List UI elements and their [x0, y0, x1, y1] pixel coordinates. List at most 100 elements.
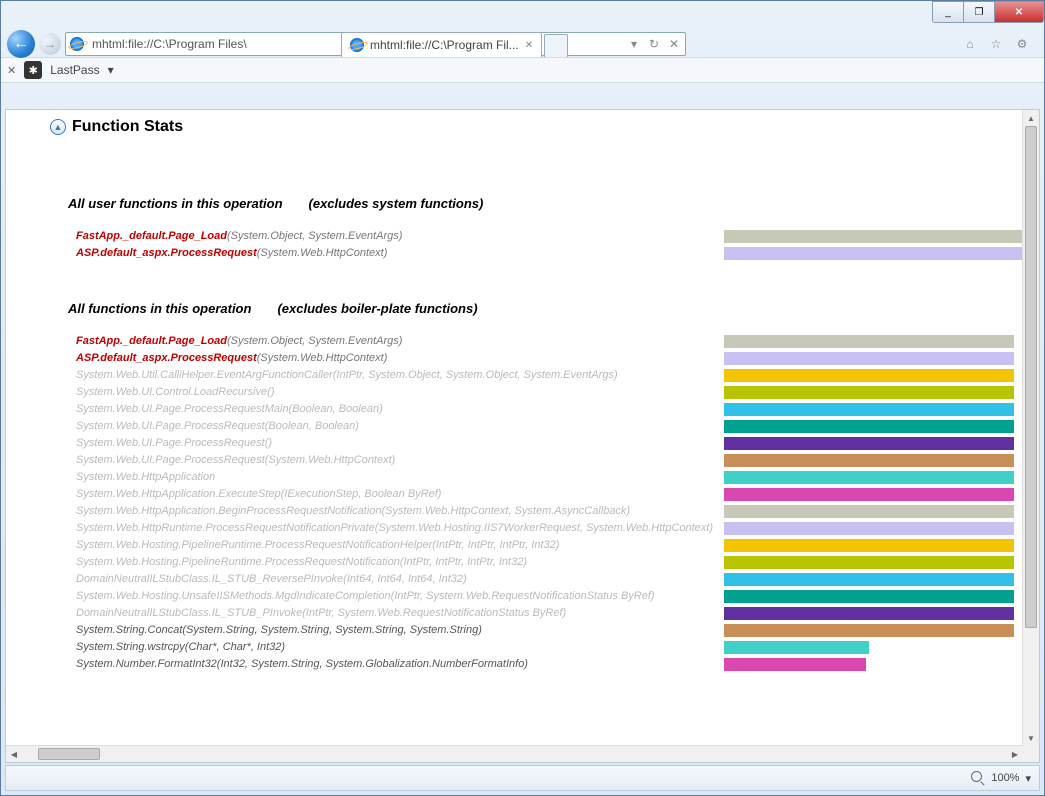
function-row: FastApp._default.Page_Load(System.Object… [76, 334, 1023, 349]
content-area: ▲ Function Stats All user functions in t… [5, 109, 1040, 763]
function-bar [724, 505, 1014, 518]
forward-button[interactable]: → [39, 33, 61, 55]
function-name: System.Web.HttpApplication.BeginProcessR… [76, 504, 724, 518]
scroll-down-icon[interactable]: ▼ [1023, 730, 1039, 746]
tab-close-icon[interactable]: ✕ [525, 40, 533, 51]
minimize-button[interactable]: _ [932, 1, 964, 23]
function-row: System.Web.Hosting.PipelineRuntime.Proce… [76, 538, 1023, 553]
function-bar [724, 471, 1014, 484]
page-content: ▲ Function Stats All user functions in t… [6, 110, 1023, 720]
function-name: System.Number.FormatInt32(Int32, System.… [76, 657, 724, 671]
toolbar-close-icon[interactable]: ✕ [7, 64, 16, 77]
function-bar [724, 230, 1023, 243]
function-name: System.Web.Hosting.UnsafeIISMethods.MgdI… [76, 589, 724, 603]
function-row: FastApp._default.Page_Load(System.Object… [76, 229, 1023, 244]
ie-icon [350, 38, 364, 52]
function-row: System.Web.HttpApplication.BeginProcessR… [76, 504, 1023, 519]
horizontal-scrollbar[interactable]: ◀ ▶ [6, 745, 1023, 762]
tab-title: mhtml:file://C:\Program Fil... [370, 38, 519, 52]
function-name: System.Web.HttpApplication.ExecuteStep(I… [76, 487, 724, 501]
function-name: System.Web.Hosting.PipelineRuntime.Proce… [76, 538, 724, 552]
status-bar: 100% ▾ [5, 765, 1040, 791]
toolbar-icons: ⌂ ☆ ⚙ [954, 36, 1038, 52]
refresh-icon[interactable]: ↻ [647, 37, 661, 51]
function-bar [724, 369, 1014, 382]
function-bar [724, 573, 1014, 586]
function-row: System.Web.Hosting.UnsafeIISMethods.MgdI… [76, 589, 1023, 604]
function-bar [724, 420, 1014, 433]
minimize-icon: _ [945, 7, 951, 18]
vscroll-thumb[interactable] [1025, 126, 1037, 628]
function-bar [724, 624, 1014, 637]
function-row: System.Web.UI.Page.ProcessRequestMain(Bo… [76, 402, 1023, 417]
function-row: DomainNeutralILStubClass.IL_STUB_Reverse… [76, 572, 1023, 587]
arrow-left-icon: ← [13, 35, 29, 53]
function-name: System.Web.UI.Page.ProcessRequest() [76, 436, 724, 450]
function-name: System.Web.Util.CalliHelper.EventArgFunc… [76, 368, 724, 382]
function-bar [724, 607, 1014, 620]
function-row: System.Web.HttpRuntime.ProcessRequestNot… [76, 521, 1023, 536]
function-bar [724, 556, 1014, 569]
function-row: System.Web.UI.Control.LoadRecursive() [76, 385, 1023, 400]
vertical-scrollbar[interactable]: ▲ ▼ [1022, 110, 1039, 746]
function-bar [724, 488, 1014, 501]
function-bar [724, 641, 869, 654]
arrow-right-icon: → [44, 37, 56, 51]
browser-tab[interactable]: mhtml:file://C:\Program Fil... ✕ [341, 32, 542, 57]
close-icon: ✕ [1015, 7, 1023, 18]
gear-icon[interactable]: ⚙ [1014, 36, 1030, 52]
back-button[interactable]: ← [7, 30, 35, 58]
viewport: ▲ Function Stats All user functions in t… [6, 110, 1023, 746]
section1-title: All user functions in this operation(exc… [68, 196, 1023, 211]
new-tab-button[interactable] [544, 34, 568, 57]
maximize-button[interactable]: ❐ [963, 1, 995, 23]
hscroll-thumb[interactable] [38, 748, 100, 760]
page-title: Function Stats [72, 118, 183, 136]
function-name: System.Web.HttpApplication [76, 470, 724, 484]
ie-icon [70, 37, 84, 51]
function-name: ASP.default_aspx.ProcessRequest(System.W… [76, 351, 724, 365]
zoom-level[interactable]: 100% [991, 772, 1019, 784]
scroll-left-icon[interactable]: ◀ [6, 746, 22, 762]
scroll-right-icon[interactable]: ▶ [1007, 746, 1023, 762]
zoom-dropdown-icon[interactable]: ▾ [1025, 772, 1031, 785]
function-name: FastApp._default.Page_Load(System.Object… [76, 229, 724, 243]
function-bar [724, 352, 1014, 365]
function-bar [724, 522, 1014, 535]
collapse-icon[interactable]: ▲ [50, 119, 66, 135]
dropdown-icon[interactable]: ▾ [627, 37, 641, 51]
function-name: System.Web.Hosting.PipelineRuntime.Proce… [76, 555, 724, 569]
function-bar [724, 454, 1014, 467]
function-name: System.Web.UI.Page.ProcessRequestMain(Bo… [76, 402, 724, 416]
scroll-up-icon[interactable]: ▲ [1023, 110, 1039, 126]
lastpass-icon[interactable]: ✱ [24, 61, 42, 79]
function-row: DomainNeutralILStubClass.IL_STUB_PInvoke… [76, 606, 1023, 621]
function-name: System.Web.UI.Page.ProcessRequest(Boolea… [76, 419, 724, 433]
function-name: System.Web.UI.Page.ProcessRequest(System… [76, 453, 724, 467]
function-bar [724, 590, 1014, 603]
function-row: System.Number.FormatInt32(Int32, System.… [76, 657, 1023, 672]
favorites-icon[interactable]: ☆ [988, 36, 1004, 52]
function-name: DomainNeutralILStubClass.IL_STUB_Reverse… [76, 572, 724, 586]
window-buttons: _ ❐ ✕ [933, 1, 1044, 23]
all-functions-table: FastApp._default.Page_Load(System.Object… [76, 334, 1023, 672]
function-row: ASP.default_aspx.ProcessRequest(System.W… [76, 246, 1023, 261]
lastpass-label[interactable]: LastPass [50, 63, 99, 77]
close-button[interactable]: ✕ [994, 1, 1044, 23]
function-row: System.Web.HttpApplication [76, 470, 1023, 485]
function-name: System.String.Concat(System.String, Syst… [76, 623, 724, 637]
stop-icon[interactable]: ✕ [667, 37, 681, 51]
function-bar [724, 386, 1014, 399]
function-row: System.Web.UI.Page.ProcessRequest(System… [76, 453, 1023, 468]
function-bar [724, 539, 1014, 552]
function-name: ASP.default_aspx.ProcessRequest(System.W… [76, 246, 724, 260]
function-name: FastApp._default.Page_Load(System.Object… [76, 334, 724, 348]
lastpass-dropdown-icon[interactable]: ▾ [108, 63, 114, 77]
extension-toolbar: ✕ ✱ LastPass ▾ [1, 57, 1044, 83]
function-name: System.Web.UI.Control.LoadRecursive() [76, 385, 724, 399]
function-name: DomainNeutralILStubClass.IL_STUB_PInvoke… [76, 606, 724, 620]
home-icon[interactable]: ⌂ [962, 36, 978, 52]
zoom-icon[interactable] [971, 771, 985, 785]
function-row: System.String.wstrcpy(Char*, Char*, Int3… [76, 640, 1023, 655]
window-titlebar: _ ❐ ✕ [1, 1, 1044, 29]
